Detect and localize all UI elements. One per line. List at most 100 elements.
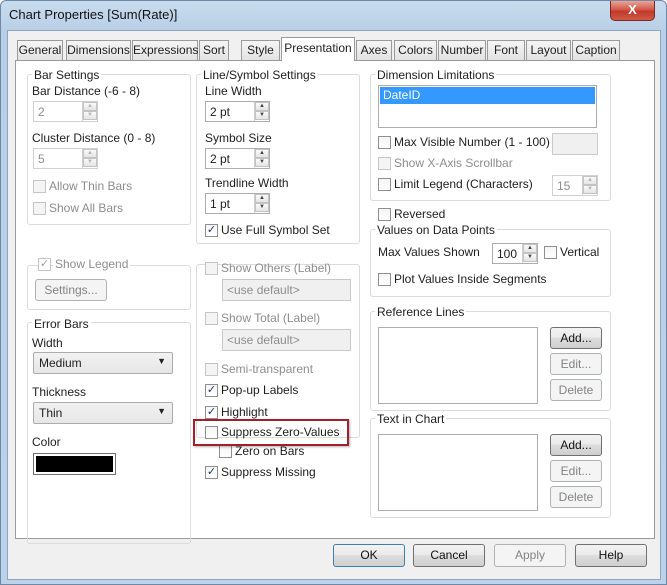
line-width-value: 2 pt xyxy=(210,105,231,119)
spin-down-icon[interactable]: ▼ xyxy=(255,158,269,167)
error-thickness-value: Thin xyxy=(39,406,63,420)
show-all-bars-checkbox[interactable] xyxy=(33,202,46,215)
tab-layout[interactable]: Layout xyxy=(526,40,571,60)
error-thickness-select[interactable]: Thin ▼ xyxy=(33,402,173,424)
text-add-button[interactable]: Add... xyxy=(550,434,602,456)
dimension-list[interactable]: DateID xyxy=(378,85,597,128)
suppress-missing-checkbox[interactable]: ✓ xyxy=(205,466,218,479)
dialog-window: Chart Properties [Sum(Rate)] X General D… xyxy=(0,0,667,585)
spin-up-icon[interactable]: ▲ xyxy=(83,149,97,158)
reference-edit-button[interactable]: Edit... xyxy=(550,353,602,375)
semi-transparent-label: Semi-transparent xyxy=(221,362,314,376)
reference-add-button[interactable]: Add... xyxy=(550,327,602,349)
zero-on-bars-checkbox[interactable] xyxy=(219,445,232,458)
cluster-distance-spinner[interactable]: 5 ▲ ▼ xyxy=(33,148,98,169)
cancel-button[interactable]: Cancel xyxy=(413,544,485,567)
vertical-checkbox[interactable] xyxy=(544,246,557,259)
tab-font[interactable]: Font xyxy=(487,40,525,60)
help-button[interactable]: Help xyxy=(575,544,647,567)
symbol-size-spinner[interactable]: 2 pt ▲ ▼ xyxy=(205,148,270,169)
tab-sort[interactable]: Sort xyxy=(199,40,229,60)
tab-dimensions[interactable]: Dimensions xyxy=(66,40,131,60)
show-total-input[interactable]: <use default> xyxy=(222,329,351,351)
title-bar[interactable]: Chart Properties [Sum(Rate)] X xyxy=(1,1,666,29)
spin-up-icon[interactable]: ▲ xyxy=(83,102,97,111)
close-button[interactable]: X xyxy=(610,1,655,21)
text-in-chart-title: Text in Chart xyxy=(375,412,447,426)
max-values-spinner[interactable]: 100 ▲ ▼ xyxy=(492,243,538,264)
text-in-chart-list[interactable] xyxy=(378,434,538,511)
values-on-points-group xyxy=(370,229,611,297)
reference-delete-button[interactable]: Delete xyxy=(550,379,602,401)
max-visible-checkbox[interactable] xyxy=(378,136,391,149)
tab-general[interactable]: General xyxy=(17,40,63,60)
popup-labels-checkbox[interactable]: ✓ xyxy=(205,384,218,397)
tab-axes[interactable]: Axes xyxy=(356,40,392,60)
reference-lines-title: Reference Lines xyxy=(375,305,467,319)
error-width-value: Medium xyxy=(39,356,82,370)
show-total-label: Show Total (Label) xyxy=(221,311,321,325)
tab-colors[interactable]: Colors xyxy=(394,40,437,60)
error-width-select[interactable]: Medium ▼ xyxy=(33,352,173,374)
text-edit-button[interactable]: Edit... xyxy=(550,460,602,482)
dialog-client: General Dimensions Expressions Sort Styl… xyxy=(7,30,661,580)
allow-thin-bars-checkbox[interactable] xyxy=(33,180,46,193)
show-total-checkbox[interactable] xyxy=(205,312,218,325)
annotation-highlight-box xyxy=(193,419,349,446)
show-others-input[interactable]: <use default> xyxy=(222,279,351,301)
spin-up-icon[interactable]: ▲ xyxy=(523,244,537,253)
x-scrollbar-checkbox[interactable] xyxy=(378,157,391,170)
reference-lines-list[interactable] xyxy=(378,327,538,404)
full-symbol-set-checkbox[interactable]: ✓ xyxy=(205,224,218,237)
spin-down-icon[interactable]: ▼ xyxy=(583,185,597,194)
tab-caption[interactable]: Caption xyxy=(572,40,620,60)
spin-down-icon[interactable]: ▼ xyxy=(523,253,537,262)
limit-legend-spinner[interactable]: 15 ▲ ▼ xyxy=(552,175,598,196)
spin-up-icon[interactable]: ▲ xyxy=(255,194,269,203)
apply-button[interactable]: Apply xyxy=(494,544,566,567)
max-values-label: Max Values Shown xyxy=(378,245,480,259)
error-color-swatch[interactable] xyxy=(33,453,116,475)
tab-number[interactable]: Number xyxy=(438,40,486,60)
limit-legend-label: Limit Legend (Characters) xyxy=(394,177,533,191)
bar-distance-spinner[interactable]: 2 ▲ ▼ xyxy=(33,101,98,122)
trendline-width-value: 1 pt xyxy=(210,197,231,211)
spin-down-icon[interactable]: ▼ xyxy=(83,111,97,120)
highlight-label: Highlight xyxy=(221,405,268,419)
spin-up-icon[interactable]: ▲ xyxy=(583,176,597,185)
list-item[interactable]: DateID xyxy=(380,87,595,104)
reversed-checkbox[interactable] xyxy=(378,208,391,221)
suppress-missing-label: Suppress Missing xyxy=(221,465,316,479)
max-visible-input[interactable] xyxy=(552,133,598,155)
spin-down-icon[interactable]: ▼ xyxy=(255,111,269,120)
ok-button[interactable]: OK xyxy=(333,544,405,567)
trendline-width-spinner[interactable]: 1 pt ▲ ▼ xyxy=(205,193,270,214)
bar-settings-title: Bar Settings xyxy=(32,68,102,82)
symbol-size-value: 2 pt xyxy=(210,152,231,166)
limit-legend-checkbox[interactable] xyxy=(378,178,391,191)
legend-settings-button[interactable]: Settings... xyxy=(35,279,107,301)
values-on-points-title: Values on Data Points xyxy=(375,223,497,237)
spin-up-icon[interactable]: ▲ xyxy=(255,102,269,111)
line-width-spinner[interactable]: 2 pt ▲ ▼ xyxy=(205,101,270,122)
chevron-down-icon: ▼ xyxy=(157,406,166,416)
error-width-label: Width xyxy=(32,336,63,350)
spin-down-icon[interactable]: ▼ xyxy=(83,158,97,167)
spin-up-icon[interactable]: ▲ xyxy=(255,149,269,158)
highlight-checkbox[interactable]: ✓ xyxy=(205,406,218,419)
plot-inside-checkbox[interactable] xyxy=(378,273,391,286)
bar-distance-label: Bar Distance (-6 - 8) xyxy=(32,84,141,98)
semi-transparent-checkbox[interactable] xyxy=(205,363,218,376)
line-width-label: Line Width xyxy=(205,84,262,98)
error-bars-title: Error Bars xyxy=(32,317,91,331)
tab-expressions[interactable]: Expressions xyxy=(132,40,198,60)
bar-distance-value: 2 xyxy=(38,105,45,119)
show-others-label: Show Others (Label) xyxy=(221,261,332,275)
show-others-checkbox[interactable] xyxy=(205,262,218,275)
tab-style[interactable]: Style xyxy=(241,40,280,60)
spin-down-icon[interactable]: ▼ xyxy=(255,203,269,212)
allow-thin-bars-label: Allow Thin Bars xyxy=(49,179,133,193)
show-legend-checkbox[interactable]: ✓ xyxy=(38,258,51,271)
text-delete-button[interactable]: Delete xyxy=(550,486,602,508)
tab-presentation[interactable]: Presentation xyxy=(281,37,355,61)
